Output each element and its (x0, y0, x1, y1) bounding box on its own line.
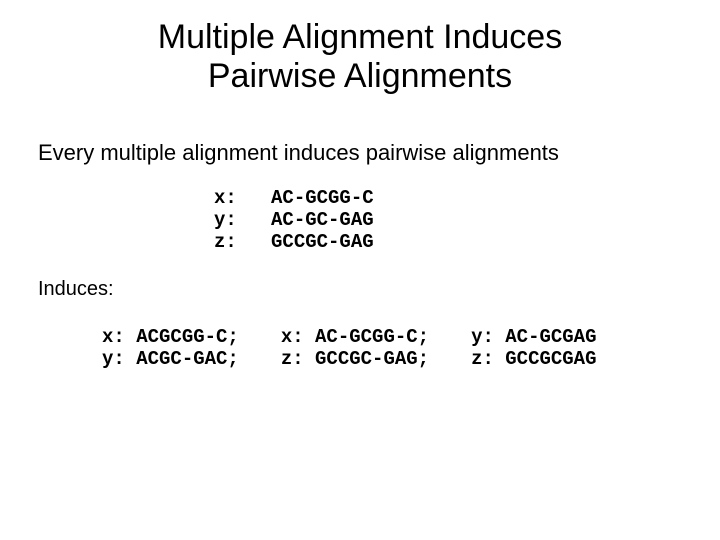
multiple-alignment-block: x: AC-GCGG-C y: AC-GC-GAG z: GCCGC-GAG (0, 166, 720, 254)
slide: Multiple Alignment Induces Pairwise Alig… (0, 0, 720, 540)
induces-label: Induces: (0, 254, 720, 301)
title-line-1: Multiple Alignment Induces (158, 18, 562, 56)
slide-title: Multiple Alignment Induces Pairwise Alig… (0, 0, 720, 96)
title-line-2: Pairwise Alignments (208, 57, 512, 95)
pairwise-xz: x: AC-GCGG-C; z: GCCGC-GAG; (281, 327, 429, 371)
msa-row-y: y: AC-GC-GAG (214, 209, 374, 231)
subtitle-text: Every multiple alignment induces pairwis… (0, 96, 720, 166)
msa-row-z: z: GCCGC-GAG (214, 231, 374, 253)
msa-row-x: x: AC-GCGG-C (214, 187, 374, 209)
pairwise-alignments-row: x: ACGCGG-C; y: ACGC-GAC; x: AC-GCGG-C; … (0, 301, 720, 371)
pairwise-xy: x: ACGCGG-C; y: ACGC-GAC; (102, 327, 239, 371)
pairwise-yz: y: AC-GCGAG z: GCCGCGAG (471, 327, 596, 371)
